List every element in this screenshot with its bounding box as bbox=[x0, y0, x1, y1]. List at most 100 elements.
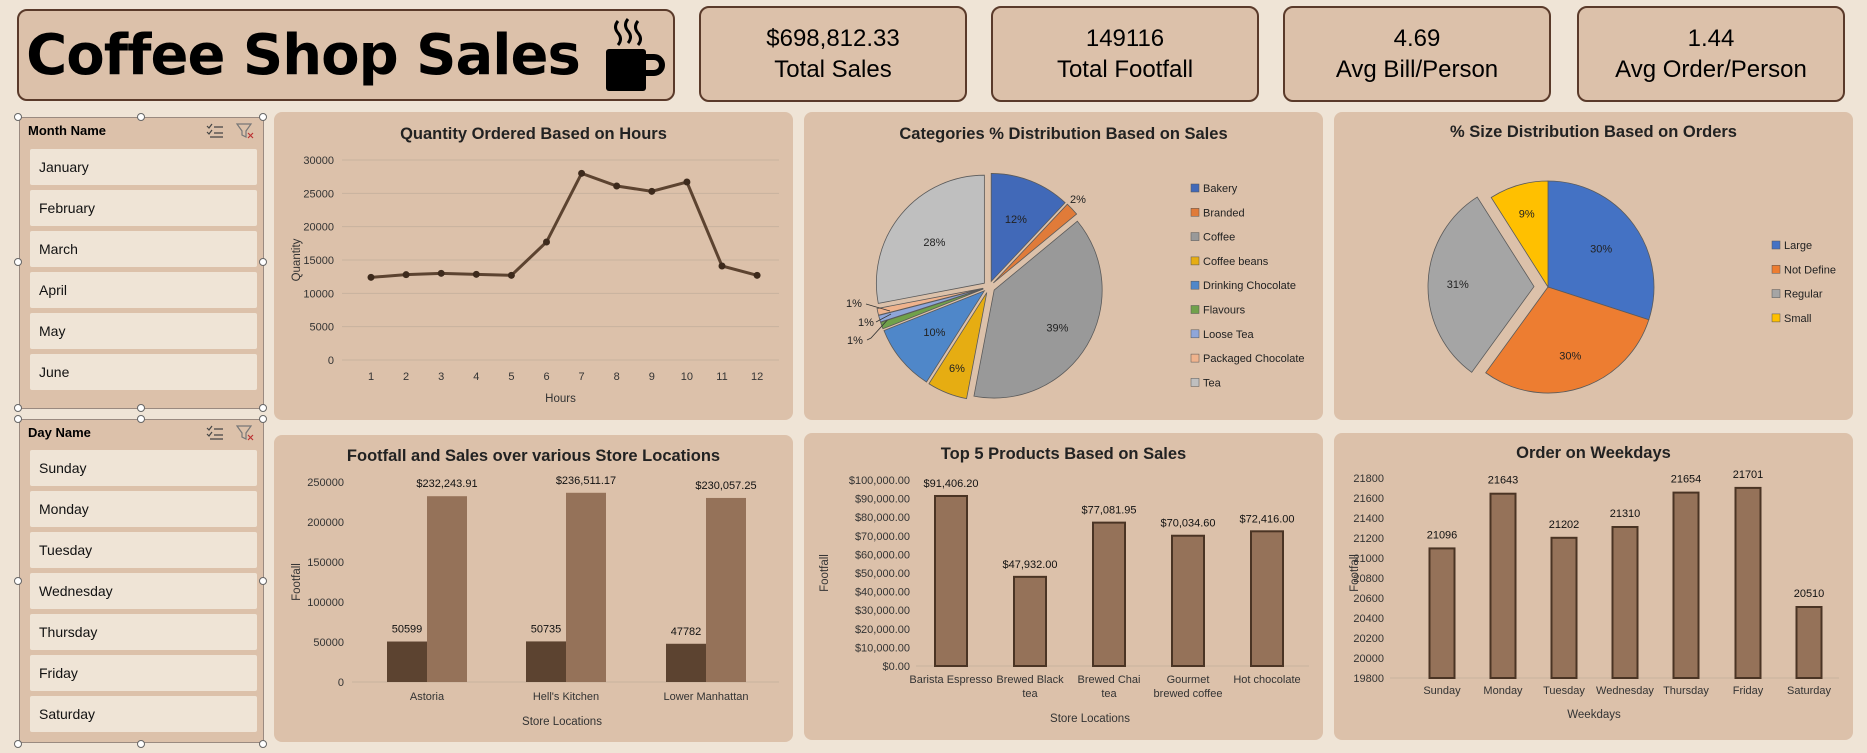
y-tick-label: 19800 bbox=[1353, 673, 1384, 685]
bar bbox=[1013, 575, 1047, 667]
resize-handle[interactable] bbox=[259, 415, 267, 423]
data-point bbox=[718, 262, 726, 270]
products-chart-panel: Top 5 Products Based on Sales $0.00 $10,0… bbox=[804, 433, 1323, 740]
y-tick-label: 21600 bbox=[1353, 493, 1384, 505]
y-tick-label: 30000 bbox=[303, 155, 334, 167]
slicer-item-sunday[interactable]: Sunday bbox=[30, 450, 257, 486]
legend-swatch bbox=[1190, 208, 1200, 217]
data-point bbox=[402, 271, 410, 279]
legend-label: Packaged Chocolate bbox=[1203, 353, 1305, 365]
resize-handle[interactable] bbox=[14, 113, 22, 121]
resize-handle[interactable] bbox=[137, 113, 145, 121]
resize-handle[interactable] bbox=[14, 258, 22, 266]
resize-handle[interactable] bbox=[14, 740, 22, 748]
x-tick-label: Saturday bbox=[1787, 685, 1832, 697]
pie-data-label: 1% bbox=[858, 317, 874, 329]
data-label: 50599 bbox=[392, 624, 423, 636]
day-slicer[interactable]: Day Name Sunday Monday Tuesday Wednesday… bbox=[19, 419, 264, 743]
y-tick-label: 15000 bbox=[303, 255, 334, 267]
x-tick-label: Brewed Black bbox=[996, 674, 1064, 686]
data-label: $47,932.00 bbox=[1002, 559, 1057, 571]
resize-handle[interactable] bbox=[14, 404, 22, 412]
legend-label: Coffee bbox=[1203, 232, 1235, 244]
hours-chart-panel: Quantity Ordered Based on Hours 0 5000 100… bbox=[274, 112, 793, 420]
slicer-item-april[interactable]: April bbox=[30, 272, 257, 308]
x-tick-label: 6 bbox=[543, 371, 549, 383]
legend-label: Not Define bbox=[1784, 264, 1836, 276]
clear-filter-icon[interactable] bbox=[236, 123, 254, 139]
slicer-item-june[interactable]: June bbox=[30, 354, 257, 390]
multi-select-icon[interactable] bbox=[206, 123, 224, 139]
legend-swatch bbox=[1190, 232, 1200, 241]
data-label: 21202 bbox=[1549, 519, 1580, 531]
slicer-item-may[interactable]: May bbox=[30, 313, 257, 349]
month-slicer[interactable]: Month Name January February March April … bbox=[19, 117, 264, 409]
data-label: $91,406.20 bbox=[923, 478, 978, 490]
legend-label: Drinking Chocolate bbox=[1203, 280, 1296, 292]
x-tick-label: 11 bbox=[716, 371, 727, 383]
y-tick-label: $10,000.00 bbox=[855, 642, 910, 654]
y-tick-label: 5000 bbox=[310, 322, 334, 334]
data-point bbox=[472, 270, 480, 278]
resize-handle[interactable] bbox=[137, 404, 145, 412]
resize-handle[interactable] bbox=[259, 740, 267, 748]
slicer-item-thursday[interactable]: Thursday bbox=[30, 614, 257, 650]
bar bbox=[1611, 526, 1639, 679]
resize-handle[interactable] bbox=[259, 577, 267, 585]
x-axis-label: Store Locations bbox=[1050, 713, 1130, 725]
slicer-item-tuesday[interactable]: Tuesday bbox=[30, 532, 257, 568]
legend-label: Small bbox=[1784, 313, 1812, 325]
bar-sales bbox=[566, 492, 606, 682]
resize-handle[interactable] bbox=[259, 113, 267, 121]
kpi-value: 149116 bbox=[1085, 25, 1165, 52]
x-tick-label: 12 bbox=[751, 371, 763, 383]
y-tick-label: $60,000.00 bbox=[855, 549, 910, 561]
y-axis-label: Footfall bbox=[291, 563, 303, 601]
page-title: Coffee Shop Sales bbox=[26, 22, 581, 88]
kpi-label: Avg Order/Person bbox=[1615, 56, 1807, 83]
multi-select-icon[interactable] bbox=[206, 425, 224, 441]
data-label: $230,057.25 bbox=[695, 480, 756, 492]
kpi-value: $698,812.33 bbox=[766, 25, 900, 52]
pie-data-label: 31% bbox=[1447, 279, 1469, 291]
pie-data-label: 6% bbox=[949, 363, 965, 375]
resize-handle[interactable] bbox=[137, 740, 145, 748]
slicer-item-monday[interactable]: Monday bbox=[30, 491, 257, 527]
legend-label: Coffee beans bbox=[1203, 256, 1269, 268]
data-label: 50735 bbox=[531, 623, 562, 635]
y-tick-label: $30,000.00 bbox=[855, 605, 910, 617]
y-tick-label: 200000 bbox=[307, 517, 344, 529]
slicer-item-march[interactable]: March bbox=[30, 231, 257, 267]
pie-data-label: 9% bbox=[1519, 209, 1535, 221]
x-tick-label: 10 bbox=[681, 371, 693, 383]
x-tick-label: 4 bbox=[473, 371, 479, 383]
resize-handle[interactable] bbox=[137, 415, 145, 423]
kpi-avg-bill: 4.69 Avg Bill/Person bbox=[1283, 6, 1551, 102]
stores-bar-chart: 0 50000 100000 150000 200000 250000 50599 $232,… bbox=[291, 475, 779, 728]
x-tick-label: Astoria bbox=[410, 691, 445, 703]
clear-filter-icon[interactable] bbox=[236, 425, 254, 441]
x-tick-label: Gourmet bbox=[1167, 674, 1210, 686]
slicer-item-february[interactable]: February bbox=[30, 190, 257, 226]
x-tick-label: brewed coffee bbox=[1154, 688, 1223, 700]
slicer-item-friday[interactable]: Friday bbox=[30, 655, 257, 691]
slicer-item-saturday[interactable]: Saturday bbox=[30, 696, 257, 732]
slicer-item-wednesday[interactable]: Wednesday bbox=[30, 573, 257, 609]
legend-swatch bbox=[1190, 329, 1200, 339]
resize-handle[interactable] bbox=[14, 577, 22, 585]
data-label: $236,511.17 bbox=[556, 475, 616, 487]
slicer-item-january[interactable]: January bbox=[30, 149, 257, 185]
resize-handle[interactable] bbox=[259, 404, 267, 412]
x-axis-label: Store Locations bbox=[522, 716, 602, 728]
coffee-cup-icon bbox=[605, 18, 665, 91]
pie-data-label: 1% bbox=[846, 298, 862, 310]
data-label: 20510 bbox=[1794, 588, 1825, 600]
data-point bbox=[648, 187, 656, 195]
pie-data-label: 2% bbox=[1070, 194, 1086, 206]
y-tick-label: 20600 bbox=[1353, 593, 1384, 605]
legend-swatch bbox=[1771, 313, 1781, 323]
x-tick-label: Lower Manhattan bbox=[664, 691, 749, 703]
resize-handle[interactable] bbox=[259, 258, 267, 266]
resize-handle[interactable] bbox=[14, 415, 22, 423]
legend-label: Flavours bbox=[1203, 305, 1246, 317]
